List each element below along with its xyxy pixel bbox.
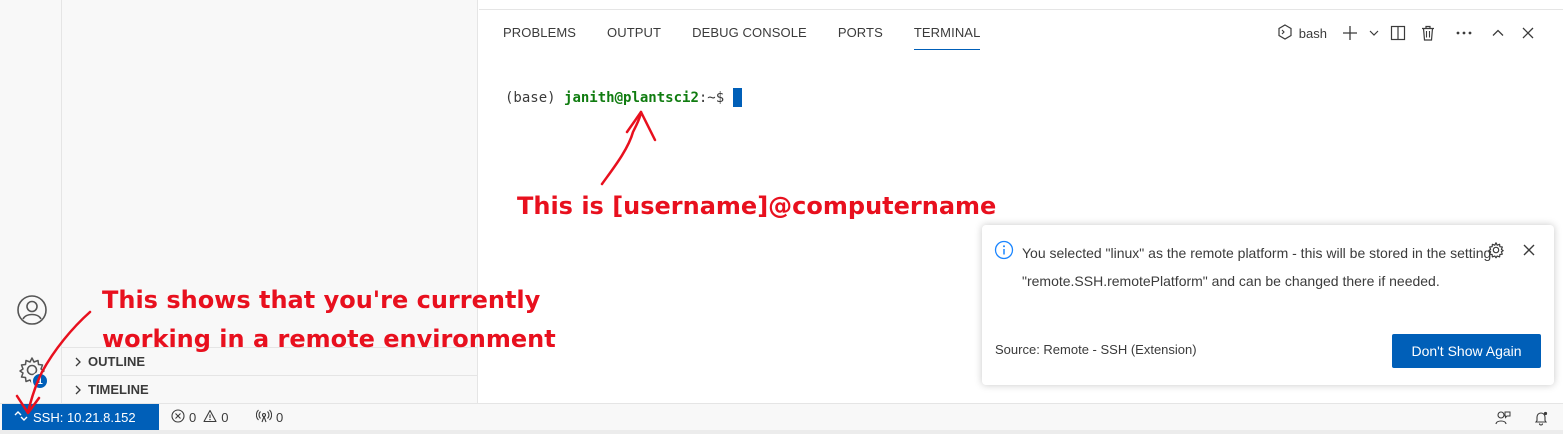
- gear-icon[interactable]: [1485, 239, 1507, 261]
- tab-terminal[interactable]: TERMINAL: [913, 10, 981, 54]
- bell-icon[interactable]: [1533, 404, 1549, 431]
- annotation-username: This is [username]@computername: [517, 192, 997, 220]
- error-icon: [171, 409, 185, 426]
- vscode-window: 1 OUTLINE TIMELINE PROBLEMS OUTPUT DEBUG…: [0, 0, 1563, 434]
- tab-debug-console[interactable]: DEBUG CONSOLE: [692, 10, 807, 54]
- tab-problems[interactable]: PROBLEMS: [503, 10, 576, 54]
- plus-icon[interactable]: [1337, 20, 1363, 46]
- terminal-shell-selector[interactable]: bash: [1271, 20, 1333, 46]
- ports-indicator[interactable]: 0: [255, 404, 284, 431]
- window-bottom-edge: [0, 430, 1563, 434]
- panel-tabs: PROBLEMS OUTPUT DEBUG CONSOLE PORTS TERM…: [479, 10, 1011, 54]
- status-bar: SSH: 10.21.8.152 0 0 0: [0, 403, 1563, 431]
- notification-message: You selected "linux" as the remote platf…: [1022, 245, 1492, 289]
- error-count: 0: [189, 410, 197, 425]
- feedback-icon[interactable]: [1495, 404, 1511, 431]
- chevron-right-icon: [70, 357, 86, 367]
- terminal-prefix: (base): [505, 89, 565, 106]
- remote-indicator[interactable]: SSH: 10.21.8.152: [2, 404, 159, 431]
- sidebar-section-label: TIMELINE: [88, 382, 149, 397]
- split-icon[interactable]: [1385, 20, 1411, 46]
- dont-show-again-button[interactable]: Don't Show Again: [1392, 334, 1541, 368]
- more-icon[interactable]: [1451, 20, 1477, 46]
- chevron-right-icon: [70, 385, 86, 395]
- notification-source: Source: Remote - SSH (Extension): [995, 342, 1197, 357]
- activity-bar: 1: [0, 0, 62, 403]
- chevron-up-icon[interactable]: [1485, 20, 1511, 46]
- terminal-cursor: [733, 88, 743, 107]
- tab-output[interactable]: OUTPUT: [607, 10, 661, 54]
- remote-icon: [14, 409, 28, 426]
- terminal-prompt[interactable]: (base) janith@plantsci2 :~$: [505, 88, 743, 107]
- sidebar-section-timeline[interactable]: TIMELINE: [62, 375, 478, 403]
- terminal-user-host: janith@plantsci2: [564, 89, 699, 106]
- broadcast-icon: [255, 409, 273, 426]
- info-icon: [994, 240, 1014, 265]
- close-icon[interactable]: [1515, 20, 1541, 46]
- terminal-path: :~$: [698, 89, 725, 106]
- problems-indicator[interactable]: 0 0: [171, 404, 228, 431]
- close-icon[interactable]: [1518, 239, 1540, 261]
- chevron-down-icon[interactable]: [1367, 20, 1381, 46]
- manage-badge: 1: [31, 372, 49, 390]
- panel-actions: bash: [1271, 20, 1541, 46]
- notification-toast: You selected "linux" as the remote platf…: [982, 225, 1554, 385]
- terminal-icon: [1277, 23, 1293, 43]
- trash-icon[interactable]: [1415, 20, 1441, 46]
- warning-icon: [203, 409, 217, 426]
- remote-label: SSH: 10.21.8.152: [33, 410, 136, 425]
- annotation-remote-line2: working in a remote environment: [102, 325, 556, 353]
- warning-count: 0: [221, 410, 229, 425]
- tab-ports[interactable]: PORTS: [838, 10, 883, 54]
- ports-count: 0: [276, 410, 284, 425]
- annotation-remote-line1: This shows that you're currently: [102, 286, 541, 314]
- shell-name: bash: [1298, 25, 1327, 41]
- account-icon[interactable]: [14, 292, 50, 328]
